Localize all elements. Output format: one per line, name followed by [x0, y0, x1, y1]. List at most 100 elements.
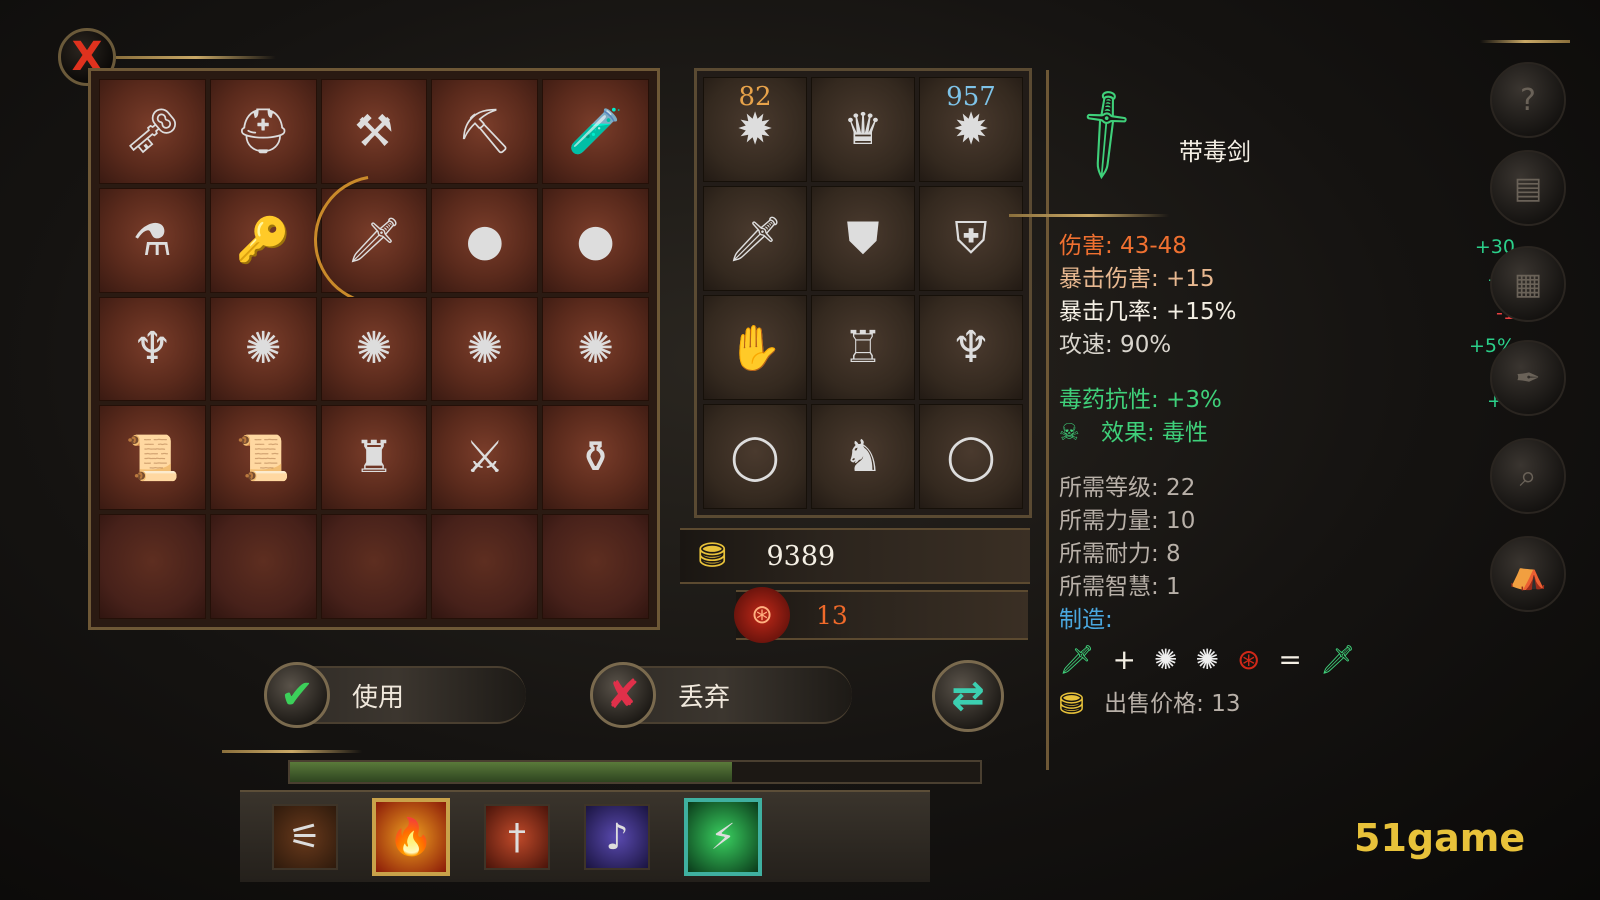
discard-label: 丢弃	[678, 682, 731, 713]
inventory-slot[interactable]: 🗝	[99, 79, 206, 184]
armor-helmet-icon: ⛑	[235, 106, 292, 158]
discard-button[interactable]: ✘ 丢弃	[590, 662, 852, 728]
stat-crit-chance: 暴击几率: +15%	[1059, 299, 1237, 325]
bag-button[interactable]: ⛺	[1490, 536, 1566, 612]
inventory-slot[interactable]: ⚱	[542, 405, 649, 511]
sword-icon: 🗡	[727, 213, 783, 265]
stat-poison-resist: 毒药抗性: +3%	[1059, 387, 1222, 413]
equipment-slot[interactable]: ✹ 957	[919, 77, 1023, 182]
inventory-slot[interactable]: ♆	[99, 296, 206, 402]
inventory-slot[interactable]: ●	[542, 187, 649, 293]
soul-stone-icon: ⊛	[1236, 642, 1261, 676]
swap-button[interactable]: ⇄	[932, 660, 1004, 732]
inventory-slot[interactable]: 🔑	[209, 187, 317, 293]
pink-dust-icon: ✺	[355, 323, 393, 375]
checkmark-icon: ✔	[264, 662, 330, 728]
inventory-slot[interactable]: ✺	[542, 296, 649, 402]
flame-sword-icon: ⚔	[465, 432, 505, 484]
shovel-icon: ⚒	[354, 105, 394, 157]
req-level: 所需等级: 22	[1059, 475, 1196, 501]
inventory-slot[interactable]: ⛏	[431, 79, 539, 184]
effect-text: 效果: 毒性	[1100, 420, 1208, 446]
inventory-slot[interactable]: ⚔	[431, 405, 539, 511]
equipment-slot[interactable]: ♆	[919, 295, 1023, 400]
inventory-grid: 🗝 ⛑ ⚒ ⛏ 🧪 ⚗ 🔑 🗡 ● ● ♆ ✺ ✺ ✺ ✺ 📜 📜 ♜ ⚔ ⚱	[88, 68, 660, 630]
stat-effect: ☠ 效果: 毒性	[1059, 417, 1515, 450]
shield-icon: ⛨	[954, 213, 988, 264]
skill-slot[interactable]: ♪	[584, 804, 650, 870]
red-potion-icon: ⚗	[132, 214, 173, 266]
item-count: 957	[946, 82, 996, 112]
inventory-slot[interactable]: ●	[431, 187, 539, 293]
inventory-slot[interactable]	[431, 514, 539, 619]
map-icon: ▦	[1513, 266, 1543, 302]
pink-armor-icon: ♆	[132, 323, 173, 375]
gold-coins-icon: ⛃	[1059, 687, 1085, 722]
use-button[interactable]: ✔ 使用	[264, 662, 526, 728]
inventory-slot[interactable]: ✺	[431, 296, 539, 402]
inventory-slot[interactable]: ♜	[320, 405, 428, 511]
item-name: 带毒剑	[1179, 138, 1251, 166]
stat-attack-speed: 攻速: 90%	[1059, 332, 1172, 358]
inventory-slot[interactable]: ✺	[320, 296, 428, 402]
scroll-icon: 📜	[125, 432, 180, 484]
ornate-key-icon: 🔑	[235, 215, 291, 267]
skill-slot[interactable]: ⚡	[684, 798, 762, 876]
question-icon: ?	[1520, 82, 1536, 118]
spell-icon: ♪	[605, 816, 629, 858]
item-count: 82	[738, 82, 772, 112]
equipment-slot[interactable]: ♖	[811, 295, 915, 400]
equipment-slot[interactable]: ♞	[811, 404, 915, 509]
equipment-slot[interactable]: ✹ 82	[703, 77, 807, 182]
souls-bar: ⊛ 13	[734, 587, 1028, 643]
inventory-slot[interactable]: 📜	[99, 405, 206, 511]
equipment-slot[interactable]: ◯	[919, 404, 1023, 509]
equipment-slot[interactable]: 🗡	[703, 186, 807, 291]
inventory-slot[interactable]: ⛑	[209, 79, 317, 184]
red-orbs-icon: ●	[465, 214, 504, 266]
gold-coins-icon: ⛃	[698, 536, 727, 576]
leg-armor-icon: ♖	[843, 322, 883, 373]
inventory-slot[interactable]: 🗡	[320, 187, 428, 293]
skill-slot[interactable]: †	[484, 804, 550, 870]
equipment-slot[interactable]: ✋	[703, 295, 807, 400]
craft-plus: +	[1112, 642, 1137, 676]
cross-icon: ✘	[590, 662, 656, 728]
poison-sword-icon: 🗡	[1059, 642, 1095, 676]
inventory-slot[interactable]: ⚒	[320, 79, 428, 184]
search-icon: ⌕	[1519, 458, 1537, 494]
inventory-slot[interactable]: ✺	[209, 296, 317, 402]
sell-price: 出售价格: 13	[1104, 691, 1241, 717]
equipment-slot[interactable]: ♛	[811, 77, 915, 182]
bone-armor-icon: ♛	[843, 104, 883, 155]
skill-slot[interactable]: 🔥	[372, 798, 450, 876]
inventory-slot[interactable]	[99, 514, 206, 619]
chest-armor-icon: ⛊	[846, 213, 880, 264]
inventory-slot[interactable]	[320, 514, 428, 619]
souls-amount: 13	[816, 600, 848, 630]
equipment-slot[interactable]: ◯	[703, 404, 807, 509]
inventory-slot[interactable]	[542, 514, 649, 619]
equipment-slot[interactable]: ⛨	[919, 186, 1023, 291]
skull-icon: ☠	[1059, 420, 1080, 446]
ornament-flourish	[1480, 40, 1570, 43]
inventory-slot[interactable]: ⚗	[99, 187, 206, 293]
inventory-slot[interactable]: 📜	[209, 405, 317, 511]
search-button[interactable]: ⌕	[1490, 438, 1566, 514]
skill-slot[interactable]: ⚟	[272, 804, 338, 870]
blue-orbs-icon: ●	[576, 214, 615, 266]
journal-button[interactable]: ▤	[1490, 150, 1566, 226]
inventory-slot[interactable]: 🧪	[542, 79, 649, 184]
pink-dust-icon: ✺	[244, 323, 282, 375]
equipment-slot[interactable]: ⛊	[811, 186, 915, 291]
boots-icon: ♞	[843, 431, 883, 482]
map-button[interactable]: ▦	[1490, 246, 1566, 322]
inventory-slot[interactable]	[209, 514, 317, 619]
skills-button[interactable]: ✒	[1490, 340, 1566, 416]
book-icon: ▤	[1513, 170, 1543, 206]
purple-potion-icon: ⚱	[577, 432, 615, 484]
green-ring-icon: ◯	[946, 431, 996, 482]
claw-strike-icon: ⚟	[288, 816, 322, 858]
gold-amount: 9389	[766, 540, 836, 572]
help-button[interactable]: ?	[1490, 62, 1566, 138]
